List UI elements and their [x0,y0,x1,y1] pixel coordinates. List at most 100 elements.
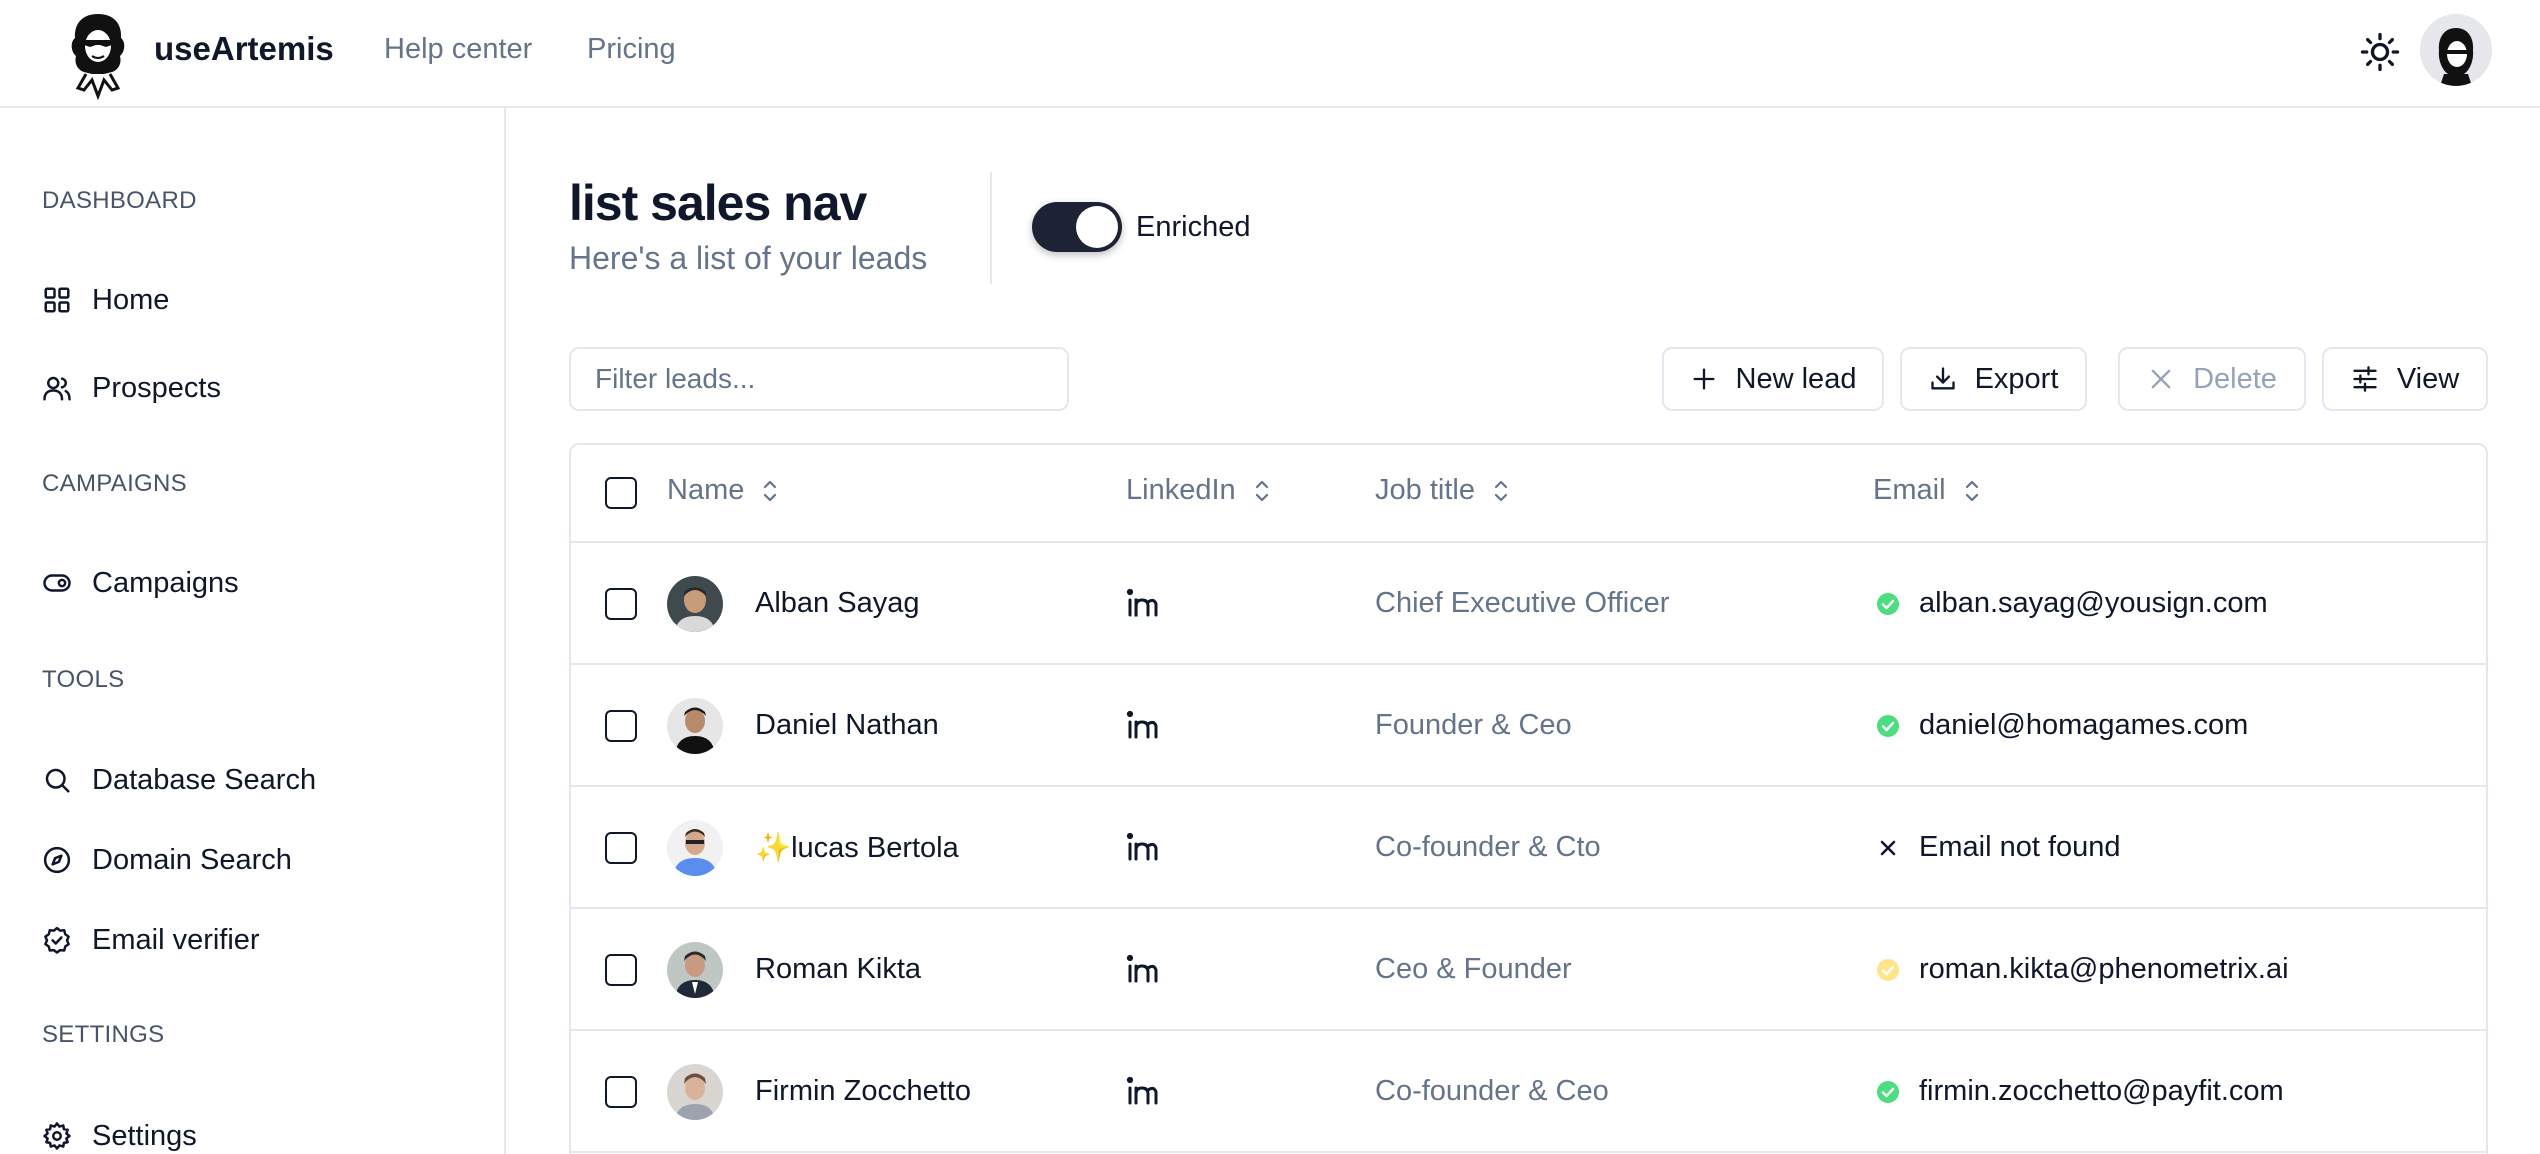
sort-icon [1965,480,1978,501]
enriched-toggle[interactable] [1032,202,1122,252]
lead-job-title: Co-founder & Ceo [1375,1075,1609,1107]
lead-email[interactable]: daniel@homagames.com [1919,709,2248,742]
linkedin-icon[interactable] [1126,710,1160,740]
lead-email[interactable]: alban.sayag@yousign.com [1919,587,2268,620]
linkedin-icon[interactable] [1126,1076,1160,1106]
sort-icon [1255,480,1268,501]
verified-check-icon [1877,1081,1899,1103]
linkedin-icon[interactable] [1126,588,1160,618]
sidebar-item-home[interactable]: Home [42,272,462,328]
sidebar-item-label: Campaigns [92,566,239,599]
nav-pricing[interactable]: Pricing [587,33,676,66]
person-photo-icon [667,820,723,876]
row-checkbox[interactable] [605,588,637,620]
lead-name: ✨lucas Bertola [755,832,959,864]
badge-check-icon [44,926,70,954]
table-row[interactable]: Alban Sayag Chief Executive Officer alba… [571,543,2486,665]
lead-email: Email not found [1919,831,2121,863]
sliders-icon [2353,366,2377,392]
new-lead-button[interactable]: New lead [1662,347,1884,411]
view-button[interactable]: View [2322,347,2488,411]
person-photo-icon [667,576,723,632]
sidebar-item-label: Email verifier [92,923,260,956]
view-label: View [2396,362,2460,395]
page-subtitle: Here's a list of your leads [569,240,928,276]
lead-avatar [667,698,723,754]
linkedin-icon[interactable] [1126,832,1160,862]
lead-job-title: Chief Executive Officer [1375,587,1670,619]
verified-check-icon [1877,715,1899,737]
close-icon [1880,840,1896,856]
new-lead-label: New lead [1735,362,1857,395]
table-header: Name LinkedIn Job title Email [571,445,2486,543]
sidebar-item-campaigns[interactable]: Campaigns [42,555,462,611]
enriched-toggle-label: Enriched [1136,211,1251,243]
table-row[interactable]: Firmin Zocchetto Co-founder & Ceo firmin… [571,1031,2486,1153]
sidebar-section-dashboard: DASHBOARD [42,187,197,214]
column-header-label: Job title [1375,474,1475,506]
lead-email[interactable]: roman.kikta@phenometrix.ai [1919,953,2289,986]
sidebar-item-prospects[interactable]: Prospects [42,360,462,416]
column-header-linkedin[interactable]: LinkedIn [1126,474,1274,507]
lead-avatar [667,942,723,998]
verified-check-icon [1877,593,1899,615]
artemis-logo-icon[interactable] [62,10,134,100]
column-header-label: LinkedIn [1126,474,1236,506]
table-row[interactable]: ✨lucas Bertola Co-founder & Cto Email no… [571,787,2486,909]
lead-job-title: Ceo & Founder [1375,953,1572,985]
column-header-job-title[interactable]: Job title [1375,474,1513,507]
lead-email[interactable]: firmin.zocchetto@payfit.com [1919,1075,2284,1108]
table-row[interactable]: Roman Kikta Ceo & Founder roman.kikta@ph… [571,909,2486,1031]
leads-table: Name LinkedIn Job title Email Alban Saya… [569,443,2488,1154]
filter-leads-input[interactable] [569,347,1069,411]
person-photo-icon [667,698,723,754]
plus-icon [1693,368,1715,390]
compass-icon [43,846,71,874]
nav-help-center[interactable]: Help center [384,33,532,66]
column-header-name[interactable]: Name [667,474,782,507]
sidebar-item-settings[interactable]: Settings [42,1108,462,1154]
lead-job-title: Founder & Ceo [1375,709,1572,741]
delete-label: Delete [2193,362,2277,395]
sidebar-section-campaigns: CAMPAIGNS [42,470,187,497]
sort-icon [764,480,777,501]
theme-toggle-button[interactable] [2354,26,2406,78]
row-checkbox[interactable] [605,832,637,864]
sidebar-section-tools: TOOLS [42,666,125,693]
sort-icon [1494,480,1508,501]
toggle-knob [1076,206,1118,248]
users-icon [43,376,71,401]
page-title: list sales nav [569,175,867,231]
lead-avatar [667,820,723,876]
sidebar-item-domain-search[interactable]: Domain Search [42,832,462,888]
sidebar-item-label: Settings [92,1119,197,1152]
export-button[interactable]: Export [1900,347,2087,411]
lead-name: Alban Sayag [755,587,920,619]
person-photo-icon [667,1064,723,1120]
column-header-email[interactable]: Email [1873,474,1984,507]
lead-name: Roman Kikta [755,953,922,985]
sidebar-item-label: Database Search [92,763,317,796]
export-label: Export [1974,362,2059,395]
column-header-label: Name [667,474,745,506]
row-checkbox[interactable] [605,954,637,986]
lead-name: Firmin Zocchetto [755,1075,971,1107]
row-checkbox[interactable] [605,1076,637,1108]
brand-name[interactable]: useArtemis [154,30,334,68]
delete-button[interactable]: Delete [2118,347,2306,411]
select-all-checkbox[interactable] [605,477,637,509]
sidebar: DASHBOARD Home Prospects CAMPAIGNS Campa… [0,108,506,1154]
search-icon [45,768,70,793]
row-checkbox[interactable] [605,710,637,742]
person-photo-icon [667,942,723,998]
grid-icon [44,287,70,313]
table-row[interactable]: Daniel Nathan Founder & Ceo daniel@homag… [571,665,2486,787]
lead-name: Daniel Nathan [755,709,939,741]
sidebar-item-email-verifier[interactable]: Email verifier [42,912,462,968]
pending-check-icon [1877,959,1899,981]
sidebar-item-database-search[interactable]: Database Search [42,752,462,808]
linkedin-icon[interactable] [1126,954,1160,984]
sidebar-item-label: Domain Search [92,843,292,876]
user-avatar[interactable] [2420,14,2492,86]
lead-job-title: Co-founder & Cto [1375,831,1601,863]
